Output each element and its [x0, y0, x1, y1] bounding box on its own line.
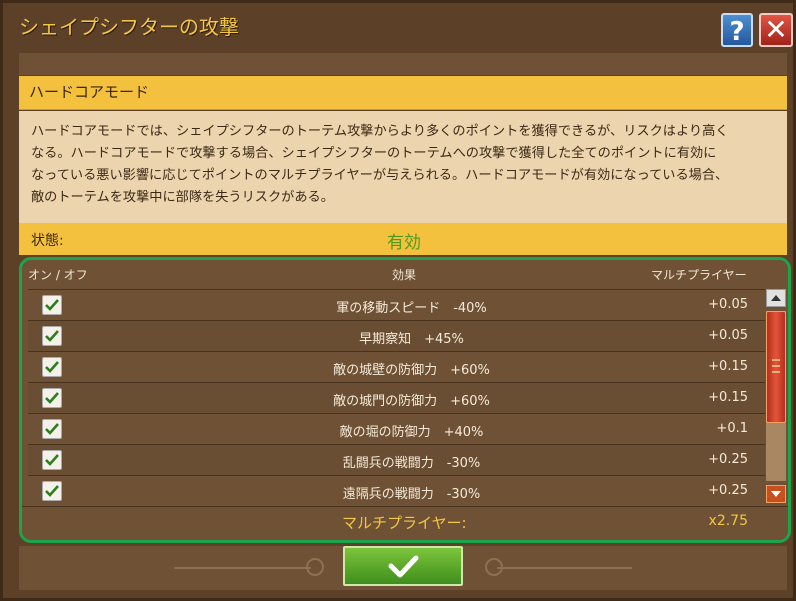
status-value: 有効: [387, 233, 421, 253]
effect-multiplier: +0.25: [708, 483, 748, 498]
effects-panel: オン / オフ 効果 マルチプライヤー 軍の移動スピード -40% +0.05 …: [19, 257, 791, 543]
top-divider: [19, 53, 787, 75]
decorative-line-left: [174, 567, 311, 569]
effect-label: 敵の堀の防御力 +40%: [339, 425, 484, 440]
help-button[interactable]: ?: [721, 13, 753, 47]
effect-label: 早期察知 +45%: [359, 332, 464, 347]
effect-label: 遠隔兵の戦闘力 -30%: [342, 487, 481, 502]
effect-row: 早期察知 +45% +0.05: [28, 320, 765, 351]
scroll-thumb[interactable]: [766, 311, 786, 423]
footer-bar: [19, 546, 787, 590]
column-header-effect: 効果: [392, 268, 417, 282]
dialog-title: シェイプシフターの攻撃: [19, 15, 239, 39]
column-header-toggle: オン / オフ: [28, 268, 88, 282]
scroll-down-button[interactable]: [766, 485, 786, 503]
total-multiplier-label: マルチプライヤー:: [342, 514, 467, 532]
column-header-multiplier: マルチプライヤー: [651, 268, 747, 282]
effect-label: 敵の城門の防御力 +60%: [333, 394, 490, 409]
effect-multiplier: +0.25: [708, 452, 748, 467]
decorative-line-right: [497, 567, 632, 569]
effect-multiplier: +0.05: [708, 297, 748, 312]
effect-label: 敵の城壁の防御力 +60%: [333, 363, 490, 378]
effect-row: 軍の移動スピード -40% +0.05: [28, 289, 765, 320]
description-line: なる。ハードコアモードで攻撃する場合、シェイプシフターのトーテムへの攻撃で獲得し…: [31, 146, 717, 161]
checkmark-icon: [388, 555, 419, 578]
effect-multiplier: +0.1: [716, 421, 748, 436]
arrow-down-icon: [771, 491, 781, 497]
effect-row: 敵の城壁の防御力 +60% +0.15: [28, 351, 765, 382]
effect-multiplier: +0.05: [708, 328, 748, 343]
arrow-up-icon: [771, 295, 781, 301]
description-line: 敵のトーテムを攻撃中に部隊を失うリスクがある。: [31, 190, 334, 205]
section-header: ハードコアモード: [19, 76, 787, 110]
decorative-knob-left: [306, 558, 324, 576]
status-bar: 状態: 有効: [19, 223, 787, 255]
confirm-button[interactable]: [343, 546, 463, 586]
effect-multiplier: +0.15: [708, 390, 748, 405]
effect-row: 敵の城門の防御力 +60% +0.15: [28, 382, 765, 413]
scroll-up-button[interactable]: [766, 289, 786, 307]
list-scrollbar[interactable]: [766, 289, 788, 505]
total-multiplier-row: マルチプライヤー: x2.75: [22, 506, 788, 540]
grip-icon: [772, 359, 780, 373]
total-multiplier-value: x2.75: [708, 513, 748, 529]
effect-row: 乱闘兵の戦闘力 -30% +0.25: [28, 444, 765, 475]
effect-row: 敵の堀の防御力 +40% +0.1: [28, 413, 765, 444]
description-line: ハードコアモードでは、シェイプシフターのトーテム攻撃からより多くのポイントを獲得…: [31, 124, 729, 139]
effect-multiplier: +0.15: [708, 359, 748, 374]
mode-description: ハードコアモードでは、シェイプシフターのトーテム攻撃からより多くのポイントを獲得…: [19, 111, 787, 223]
effect-row: 遠隔兵の戦闘力 -30% +0.25: [28, 475, 765, 506]
description-line: なっている悪い影響に応じてポイントのマルチプライヤーが与えられる。ハードコアモー…: [31, 168, 729, 183]
dialog-window: シェイプシフターの攻撃 ? ✕ ハードコアモード ハードコアモードでは、シェイプ…: [0, 0, 796, 601]
close-button[interactable]: ✕: [759, 13, 793, 47]
status-label: 状態:: [31, 233, 64, 249]
effect-label: 軍の移動スピード -40%: [336, 301, 487, 316]
effect-label: 乱闘兵の戦闘力 -30%: [342, 456, 481, 471]
effects-list: 軍の移動スピード -40% +0.05 早期察知 +45% +0.05 敵の城壁…: [28, 289, 765, 506]
